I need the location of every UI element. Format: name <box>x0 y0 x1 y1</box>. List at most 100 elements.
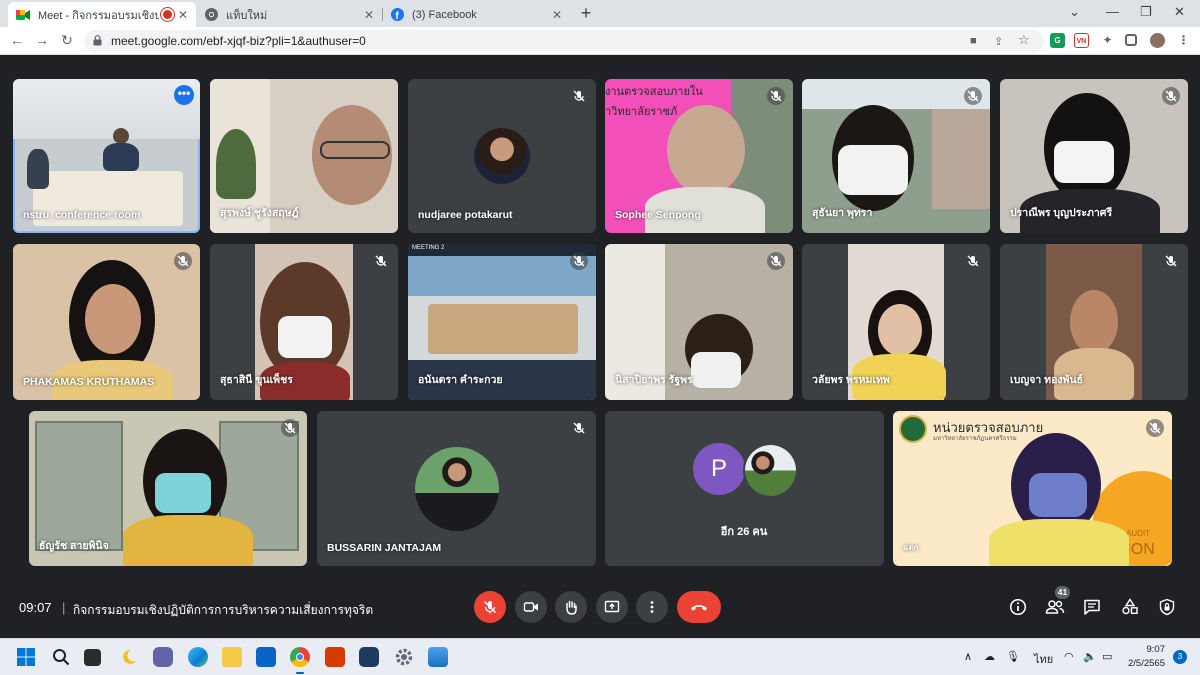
mic-off-icon <box>767 252 785 270</box>
tab-facebook[interactable]: f (3) Facebook ✕ <box>382 2 570 27</box>
more-options-button[interactable] <box>636 591 668 623</box>
participant-name: ปราณีพร บุญประภาศรี <box>1010 207 1113 219</box>
close-tab-icon[interactable]: ✕ <box>364 8 374 22</box>
people-button[interactable] <box>1045 597 1065 617</box>
chat-icon <box>1084 599 1100 615</box>
browser-toolbar: ← → ↻ meet.google.com/ebf-xjqf-biz?pli=1… <box>0 27 1200 55</box>
tab-new-tab[interactable]: แท็บใหม่ ✕ <box>196 2 382 27</box>
microphone-icon[interactable]: 🎙 <box>1006 650 1020 663</box>
forward-arrow-icon[interactable]: → <box>33 32 51 48</box>
mic-toggle-button[interactable] <box>474 591 506 623</box>
participant-figure <box>85 284 141 354</box>
video-tile[interactable]: BUSSARIN JANTAJAM <box>317 411 596 566</box>
participant-figure <box>123 515 253 566</box>
task-view-icon[interactable] <box>84 649 101 666</box>
tab-search-icon[interactable]: ⌄ <box>1069 4 1080 20</box>
video-tile[interactable]: PHAKAMAS KRUTHAMAS <box>13 244 200 400</box>
side-panel-icon[interactable] <box>1125 34 1137 46</box>
video-tile[interactable]: ธัญรัช สายพินิจ <box>29 411 307 566</box>
extension-green-icon[interactable]: G <box>1050 33 1065 48</box>
camera-toggle-button[interactable] <box>515 591 547 623</box>
clock-time: 9:07 <box>1146 644 1165 655</box>
system-clock[interactable]: 9:07 2/5/2565 <box>1128 643 1165 671</box>
search-icon[interactable] <box>51 647 71 667</box>
battery-icon[interactable]: ▭ <box>1102 650 1112 663</box>
video-camera-icon <box>523 602 538 612</box>
reload-icon[interactable]: ↻ <box>58 32 76 49</box>
minimize-button[interactable]: — <box>1106 4 1119 19</box>
input-language[interactable]: ไทย <box>1034 650 1053 668</box>
profile-avatar[interactable] <box>1150 33 1165 48</box>
participant-name: สุธาสินี ขุนเพ็ชร <box>220 374 293 386</box>
back-arrow-icon[interactable]: ← <box>8 32 26 48</box>
participant-name: nudjaree potakarut <box>418 209 513 221</box>
zoom-app-icon[interactable] <box>359 647 379 667</box>
camera-icon[interactable]: ■ <box>970 35 977 47</box>
extension-red-icon[interactable]: VN <box>1074 33 1089 48</box>
share-icon[interactable]: ⇪ <box>994 35 1003 48</box>
meeting-details-button[interactable] <box>1008 597 1028 617</box>
tab-meet[interactable]: Meet - กิจกรรมอบรมเชิงปฏิบัติก ✕ <box>8 2 196 27</box>
hang-up-icon <box>691 605 707 611</box>
participant-name: ธัญรัช สายพินิจ <box>39 540 109 552</box>
raise-hand-button[interactable] <box>555 591 587 623</box>
chevron-up-icon[interactable]: ∧ <box>964 650 972 663</box>
hand-icon <box>566 600 577 615</box>
video-tile[interactable]: วลัยพร พรหมเทพ <box>802 244 990 400</box>
profile-avatar <box>474 128 530 184</box>
photos-icon[interactable] <box>428 647 448 667</box>
video-tile[interactable]: ปราณีพร บุญประภาศรี <box>1000 79 1188 233</box>
mic-off-icon <box>281 419 299 437</box>
chrome-menu-icon[interactable]: ⋮ <box>1176 33 1191 48</box>
face-mask <box>155 473 211 513</box>
mail-icon[interactable] <box>256 647 276 667</box>
speaker-muted-icon[interactable]: 🔈 <box>1083 650 1097 663</box>
participant-name: สุรพงษ์ ชูรังสฤษฎ์ <box>220 207 299 219</box>
close-tab-icon[interactable]: ✕ <box>552 8 562 22</box>
video-tile[interactable]: หน่วยตรวจสอบภาย มหาวิทยาลัยราชภัฏนครศรีธ… <box>893 411 1172 566</box>
settings-gear-icon[interactable] <box>394 647 414 667</box>
edge-browser-icon[interactable] <box>188 647 208 667</box>
close-window-button[interactable]: ✕ <box>1174 4 1185 20</box>
participant-figure <box>989 519 1129 566</box>
close-tab-icon[interactable]: ✕ <box>178 8 188 22</box>
windows-start-icon[interactable] <box>16 647 36 667</box>
video-tile[interactable]: สุธาสินี ขุนเพ็ชร <box>210 244 398 400</box>
video-tile[interactable]: นิสาปิยาพร รัฐพร <box>605 244 793 400</box>
activities-button[interactable] <box>1120 597 1140 617</box>
video-tile[interactable]: สุรพงษ์ ชูรังสฤษฎ์ <box>210 79 398 233</box>
video-tile[interactable]: งานตรวจสอบภายใน าวิทยาลัยราชภั Sophee Se… <box>605 79 793 233</box>
browser-tab-bar: Meet - กิจกรรมอบรมเชิงปฏิบัติก ✕ แท็บใหม… <box>0 0 1200 27</box>
video-tile[interactable]: ••• nstru_conference room <box>13 79 200 233</box>
url-text: meet.google.com/ebf-xjqf-biz?pli=1&authu… <box>111 34 366 48</box>
google-meet-icon <box>16 8 30 22</box>
video-tile[interactable]: สุธันยา พุทรา <box>802 79 990 233</box>
office-icon[interactable] <box>325 647 345 667</box>
active-app-indicator <box>296 672 304 674</box>
more-options-icon[interactable]: ••• <box>174 85 194 105</box>
participant-figure <box>1070 290 1118 354</box>
address-bar[interactable]: meet.google.com/ebf-xjqf-biz?pli=1&authu… <box>84 30 1044 52</box>
notification-badge[interactable]: 3 <box>1173 650 1187 664</box>
weather-icon[interactable] <box>119 647 139 667</box>
bookmark-star-icon[interactable]: ☆ <box>1018 32 1030 48</box>
host-controls-button[interactable] <box>1157 597 1177 617</box>
extensions-puzzle-icon[interactable]: ✦ <box>1100 33 1115 48</box>
file-explorer-icon[interactable] <box>222 647 242 667</box>
more-vertical-icon <box>650 601 654 613</box>
chrome-icon[interactable] <box>290 647 310 667</box>
chat-button[interactable] <box>1082 597 1102 617</box>
video-tile[interactable]: เบญจา ทองพันธ์ <box>1000 244 1188 400</box>
present-screen-button[interactable] <box>596 591 628 623</box>
new-tab-button[interactable]: + <box>576 4 596 24</box>
leave-call-button[interactable] <box>677 591 721 623</box>
plant <box>216 129 256 199</box>
video-tile[interactable]: nudjaree potakarut <box>408 79 596 233</box>
maximize-button[interactable]: ❐ <box>1140 4 1152 20</box>
cloud-icon[interactable]: ☁ <box>984 650 995 663</box>
others-tile[interactable] <box>605 411 884 566</box>
wifi-icon[interactable]: ◠ <box>1064 650 1074 663</box>
teams-chat-icon[interactable] <box>153 647 173 667</box>
video-tile[interactable]: MEETING 2 อนันตรา คำระกวย <box>408 244 596 400</box>
meeting-title: กิจกรรมอบรมเชิงปฏิบัติการการบริหารความเส… <box>73 603 374 617</box>
